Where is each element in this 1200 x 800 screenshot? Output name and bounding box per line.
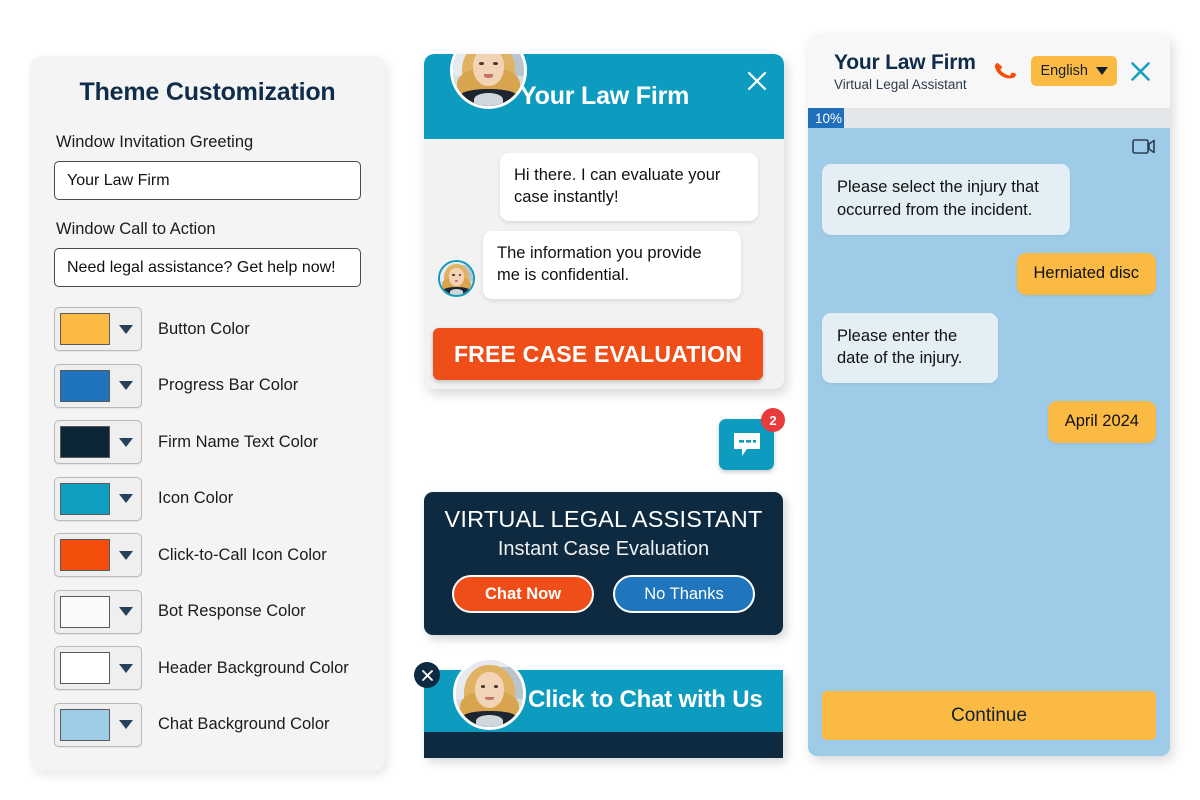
swatch-label: Firm Name Text Color [158, 432, 319, 451]
theme-customization-panel: Theme Customization Window Invitation Gr… [30, 56, 385, 771]
chat-widget-title: Your Law Firm [520, 82, 690, 110]
swatch-label: Icon Color [158, 489, 234, 507]
swatch-label: Button Color [158, 319, 250, 338]
promo-heading: VIRTUAL LEGAL ASSISTANT [444, 506, 763, 532]
progress-bar-fill: 10% [808, 108, 845, 128]
close-icon[interactable] [746, 70, 768, 92]
close-circle-icon[interactable] [414, 662, 440, 688]
promo-subheading: Instant Case Evaluation [497, 538, 710, 560]
chevron-down-icon [110, 607, 141, 616]
swatch-row-firm-name-text-color: Firm Name Text Color [54, 420, 361, 464]
language-label: English [1040, 63, 1088, 79]
color-preview [60, 652, 110, 684]
swatch-row-button-color: Button Color [54, 307, 361, 351]
firm-name: Your Law Firm [834, 50, 976, 74]
swatch-label: Bot Response Color [158, 602, 306, 620]
click-to-chat-footer [424, 732, 783, 758]
field-label-greeting: Window Invitation Greeting [56, 133, 254, 151]
virtual-assistant-panel: Your Law Firm Virtual Legal Assistant En… [808, 34, 1170, 756]
color-preview [60, 539, 110, 571]
cta-input[interactable]: Need legal assistance? Get help now! [54, 248, 361, 287]
chevron-down-icon [110, 720, 141, 729]
swatch-label: Header Background Color [158, 658, 349, 677]
message-row-bot-1: Please select the injury that occurred f… [822, 164, 1156, 235]
video-camera-icon[interactable] [1132, 138, 1156, 155]
greeting-input[interactable]: Your Law Firm [54, 161, 361, 200]
color-picker-icon-color[interactable] [54, 476, 142, 521]
continue-button[interactable]: Continue [822, 691, 1156, 740]
message-row-user-2: April 2024 [822, 401, 1156, 444]
color-preview [60, 426, 110, 458]
swatch-row-bot-response-color: Bot Response Color [54, 589, 361, 634]
field-call-to-action: Window Call to Action Need legal assista… [54, 220, 361, 287]
no-thanks-button[interactable]: No Thanks [613, 575, 755, 613]
chat-widget-messages: Hi there. I can evaluate your case insta… [424, 139, 784, 299]
agent-avatar [450, 54, 527, 109]
swatch-label: Progress Bar Color [158, 376, 299, 394]
chevron-down-icon [110, 550, 141, 560]
color-picker-chat-background-color[interactable] [54, 702, 142, 747]
chat-launcher-button[interactable]: 2 [719, 408, 785, 470]
click-to-chat-label: Click to Chat with Us [528, 686, 763, 713]
color-preview [60, 369, 110, 402]
swatch-row-chat-background-color: Chat Background Color [54, 702, 361, 747]
color-preview [60, 595, 110, 628]
bot-message: The information you provide me is confid… [483, 230, 741, 299]
swatch-row-icon-color: Icon Color [54, 476, 361, 521]
field-greeting: Window Invitation Greeting Your Law Firm [54, 133, 361, 200]
chevron-down-icon [110, 663, 141, 673]
free-case-evaluation-button[interactable]: FREE CASE EVALUATION [433, 328, 763, 380]
screen-root: Theme Customization Window Invitation Gr… [0, 0, 1200, 800]
progress-bar-track: 10% [808, 108, 1170, 128]
color-picker-header-background-color[interactable] [54, 646, 142, 690]
chat-widget-header: Your Law Firm [424, 54, 784, 139]
color-preview [60, 482, 110, 515]
agent-avatar-small [438, 259, 475, 297]
bot-message: Hi there. I can evaluate your case insta… [500, 153, 758, 221]
color-preview [60, 313, 110, 345]
assistant-titles: Your Law Firm Virtual Legal Assistant [834, 51, 993, 92]
bot-message: Please enter the date of the injury. [822, 312, 998, 384]
swatch-row-progress-bar-color: Progress Bar Color [54, 363, 361, 408]
phone-icon[interactable] [993, 58, 1019, 84]
user-message: Herniated disc [1016, 252, 1156, 295]
color-swatch-list: Button Color Progress Bar Color Firm Nam… [54, 307, 361, 747]
unread-badge: 2 [761, 408, 785, 432]
chat-now-button[interactable]: Chat Now [452, 575, 594, 613]
bot-message: Please select the injury that occurred f… [822, 164, 1070, 235]
click-to-chat-bar[interactable]: Click to Chat with Us [414, 657, 783, 758]
bot-message-row: The information you provide me is confid… [438, 230, 770, 299]
message-row-bot-2: Please enter the date of the injury. [822, 312, 1156, 384]
swatch-row-header-background-color: Header Background Color [54, 646, 361, 690]
assistant-header: Your Law Firm Virtual Legal Assistant En… [808, 34, 1170, 108]
promo-card: VIRTUAL LEGAL ASSISTANT Instant Case Eva… [424, 492, 783, 635]
promo-actions: Chat Now No Thanks [424, 575, 783, 613]
chevron-down-icon [1096, 67, 1108, 75]
assistant-toolbar [822, 128, 1156, 164]
user-message: April 2024 [1047, 401, 1156, 444]
swatch-row-click-to-call-icon-color: Click-to-Call Icon Color [54, 533, 361, 577]
chat-widget-preview: Your Law Firm Hi there. I can evaluate y… [424, 54, 784, 389]
color-picker-firm-name-text-color[interactable] [54, 420, 142, 464]
close-icon[interactable] [1129, 60, 1152, 83]
chevron-down-icon [110, 437, 141, 447]
color-picker-click-to-call-icon-color[interactable] [54, 533, 142, 577]
message-row-user-1: Herniated disc [822, 252, 1156, 295]
language-selector[interactable]: English [1031, 56, 1117, 86]
field-label-cta: Window Call to Action [56, 220, 216, 238]
swatch-label: Click-to-Call Icon Color [158, 545, 327, 564]
chevron-down-icon [110, 324, 141, 334]
assistant-subtitle: Virtual Legal Assistant [834, 76, 967, 92]
assistant-chat-body: Please select the injury that occurred f… [808, 128, 1170, 756]
color-preview [60, 708, 110, 741]
chat-bubble-icon [733, 433, 760, 456]
color-picker-button-color[interactable] [54, 307, 142, 351]
chevron-down-icon [110, 381, 141, 390]
agent-avatar [453, 657, 526, 730]
color-picker-progress-bar-color[interactable] [54, 363, 142, 408]
color-picker-bot-response-color[interactable] [54, 589, 142, 634]
swatch-label: Chat Background Color [158, 715, 330, 733]
page-title: Theme Customization [79, 78, 336, 106]
chevron-down-icon [110, 494, 141, 503]
